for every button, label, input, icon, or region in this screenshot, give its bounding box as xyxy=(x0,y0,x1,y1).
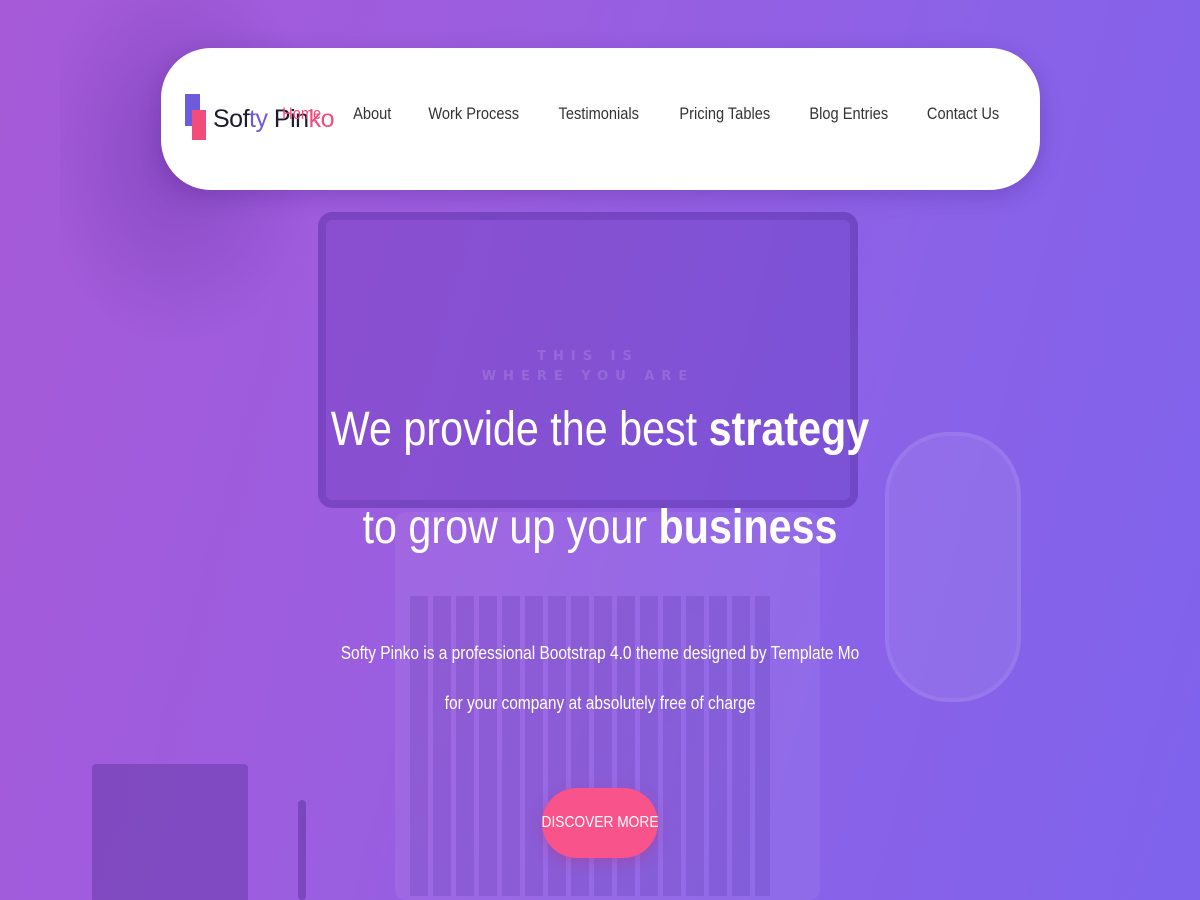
nav-item-testimonials[interactable]: Testimonials xyxy=(546,104,652,124)
hero-title-line2: to grow up your business xyxy=(84,500,1116,555)
hero-title-line2-text: to grow up your xyxy=(362,501,659,554)
laptop-screen-decoration xyxy=(318,212,858,508)
logo-pink-square xyxy=(192,110,206,140)
screen-text-line1: THIS IS xyxy=(537,349,639,364)
screen-text-line2: WHERE YOU ARE xyxy=(481,369,695,384)
nav-item-work-process[interactable]: Work Process xyxy=(415,104,532,124)
main-nav: Home About Work Process Testimonials Pri… xyxy=(266,104,1018,124)
hero-subtitle-line2: for your company at absolutely free of c… xyxy=(444,693,756,713)
nav-item-home[interactable]: Home xyxy=(269,104,334,124)
nav-item-contact-us[interactable]: Contact Us xyxy=(914,104,1012,124)
nav-item-about[interactable]: About xyxy=(340,104,404,124)
notebook-decoration xyxy=(92,764,248,900)
hero-subtitle-line1: Softy Pinko is a professional Bootstrap … xyxy=(340,643,860,663)
hero-title-line2-bold: business xyxy=(658,501,838,554)
nav-item-pricing-tables[interactable]: Pricing Tables xyxy=(666,104,783,124)
brand-name-part1: Sof xyxy=(213,104,250,133)
discover-more-button[interactable]: DISCOVER MORE xyxy=(542,788,658,858)
logo-icon xyxy=(185,94,209,144)
hero-title-line1: We provide the best strategy xyxy=(84,402,1116,457)
hero-title-line1-bold: strategy xyxy=(708,403,870,456)
nav-item-blog-entries[interactable]: Blog Entries xyxy=(797,104,902,124)
navbar: Softy Pinko Home About Work Process Test… xyxy=(161,48,1040,190)
discover-more-label: DISCOVER MORE xyxy=(541,814,659,831)
pen-decoration xyxy=(298,800,306,900)
hero-title-line1-text: We provide the best xyxy=(330,403,709,456)
brand-name-part2: ty xyxy=(249,104,268,133)
